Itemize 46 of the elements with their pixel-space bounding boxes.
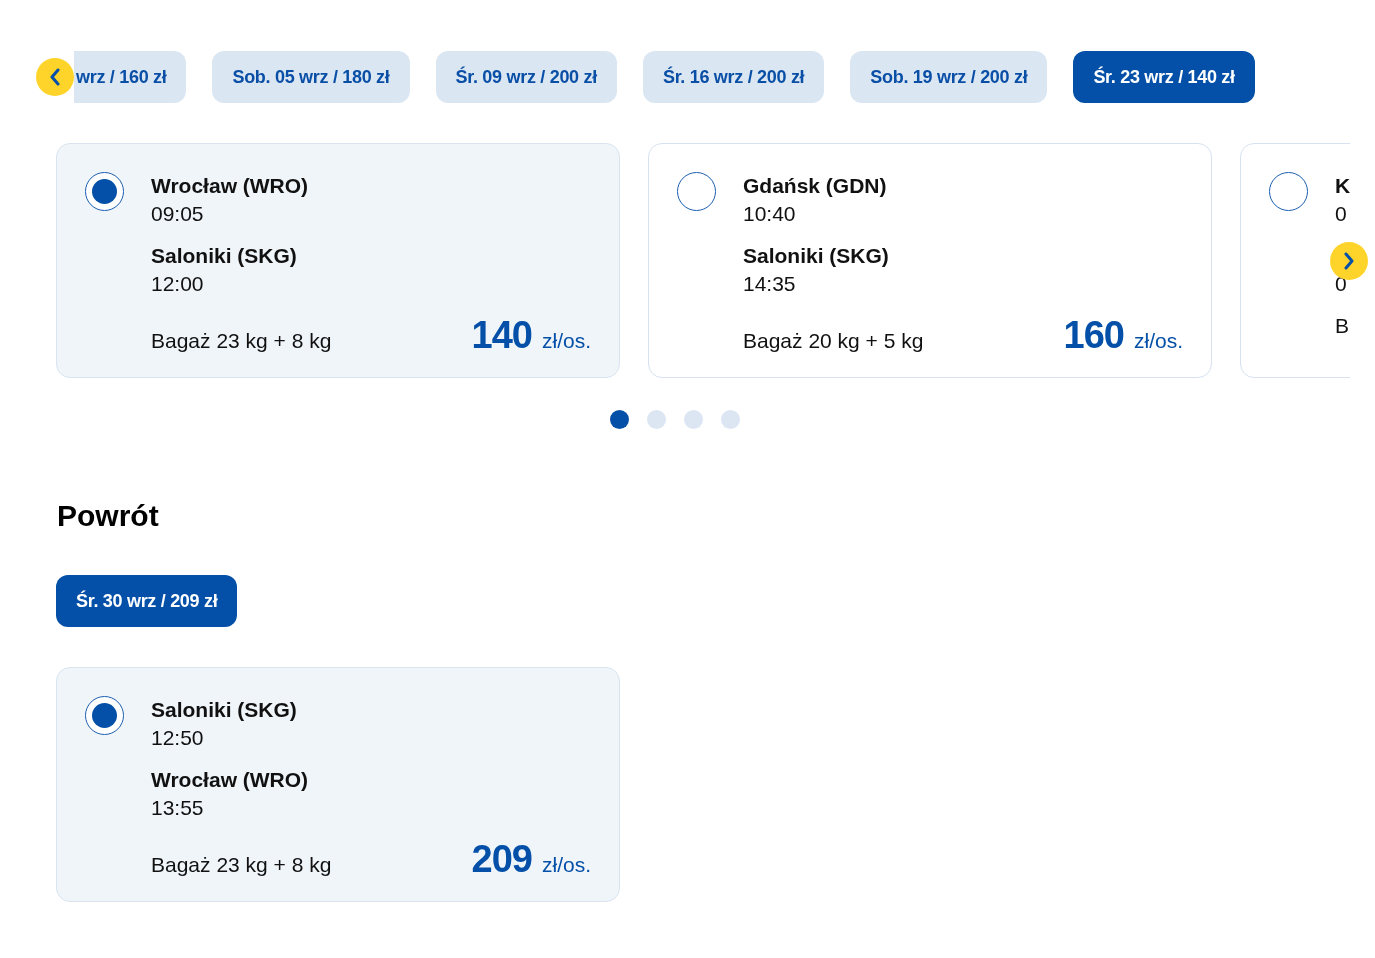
departure-airport: K	[1335, 173, 1350, 199]
flight-card[interactable]: Gdańsk (GDN) 10:40 Saloniki (SKG) 14:35 Bagaż 20 kg + 5 kg 160 zł/os.	[648, 143, 1212, 378]
departure-time: 0	[1335, 201, 1347, 227]
section-heading: Powrót	[57, 499, 159, 533]
flight-card[interactable]: Saloniki (SKG) 12:50 Wrocław (WRO) 13:55 Bagaż 23 kg + 8 kg 209 zł/os.	[56, 667, 620, 902]
departure-airport: Gdańsk (GDN)	[743, 173, 887, 199]
arrival-time: 0	[1335, 271, 1347, 297]
pager-dot[interactable]	[647, 410, 666, 429]
price: 160	[1063, 314, 1124, 356]
pager-dot[interactable]	[684, 410, 703, 429]
arrival-airport: Wrocław (WRO)	[151, 767, 309, 793]
chevron-left-icon	[49, 68, 61, 86]
date-tab[interactable]: wrz / 160 zł	[74, 51, 187, 103]
baggage-allowance: B	[1335, 314, 1349, 338]
price: 209	[471, 838, 532, 880]
arrival-airport: Saloniki (SKG)	[151, 243, 297, 269]
baggage-allowance: Bagaż 20 kg + 5 kg	[743, 329, 924, 353]
date-tab[interactable]: Śr. 30 wrz / 209 zł	[56, 575, 238, 627]
flight-card[interactable]: Wrocław (WRO) 09:05 Saloniki (SKG) 12:00 Bagaż 23 kg + 8 kg 140 zł/os.	[56, 143, 620, 378]
chevron-right-icon	[1343, 252, 1355, 270]
arrival-time: 14:35	[743, 271, 796, 297]
pager-dot[interactable]	[610, 410, 629, 429]
date-tab[interactable]: Śr. 16 wrz / 200 zł	[642, 51, 825, 103]
flight-card[interactable]: K 0 0 B	[1240, 143, 1350, 378]
baggage-allowance: Bagaż 23 kg + 8 kg	[151, 853, 332, 877]
radio-button[interactable]	[85, 696, 124, 735]
price: 140	[471, 314, 532, 356]
date-tab[interactable]: Śr. 23 wrz / 140 zł	[1073, 51, 1255, 103]
arrival-time: 12:00	[151, 271, 204, 297]
departure-time: 10:40	[743, 201, 796, 227]
departure-airport: Wrocław (WRO)	[151, 173, 309, 199]
date-tab[interactable]: Sob. 05 wrz / 180 zł	[212, 51, 410, 103]
baggage-allowance: Bagaż 23 kg + 8 kg	[151, 329, 332, 353]
arrival-time: 13:55	[151, 795, 204, 821]
radio-button[interactable]	[85, 172, 124, 211]
departure-time: 12:50	[151, 725, 204, 751]
price-unit: zł/os.	[1134, 329, 1183, 352]
departure-time: 09:05	[151, 201, 204, 227]
date-tab[interactable]: Sob. 19 wrz / 200 zł	[850, 51, 1048, 103]
departure-airport: Saloniki (SKG)	[151, 697, 297, 723]
arrival-airport: Saloniki (SKG)	[743, 243, 889, 269]
previous-button[interactable]	[36, 58, 74, 96]
price-unit: zł/os.	[542, 329, 591, 352]
date-tab[interactable]: Śr. 09 wrz / 200 zł	[435, 51, 617, 103]
price-unit: zł/os.	[542, 853, 591, 876]
pager-dot[interactable]	[721, 410, 740, 429]
